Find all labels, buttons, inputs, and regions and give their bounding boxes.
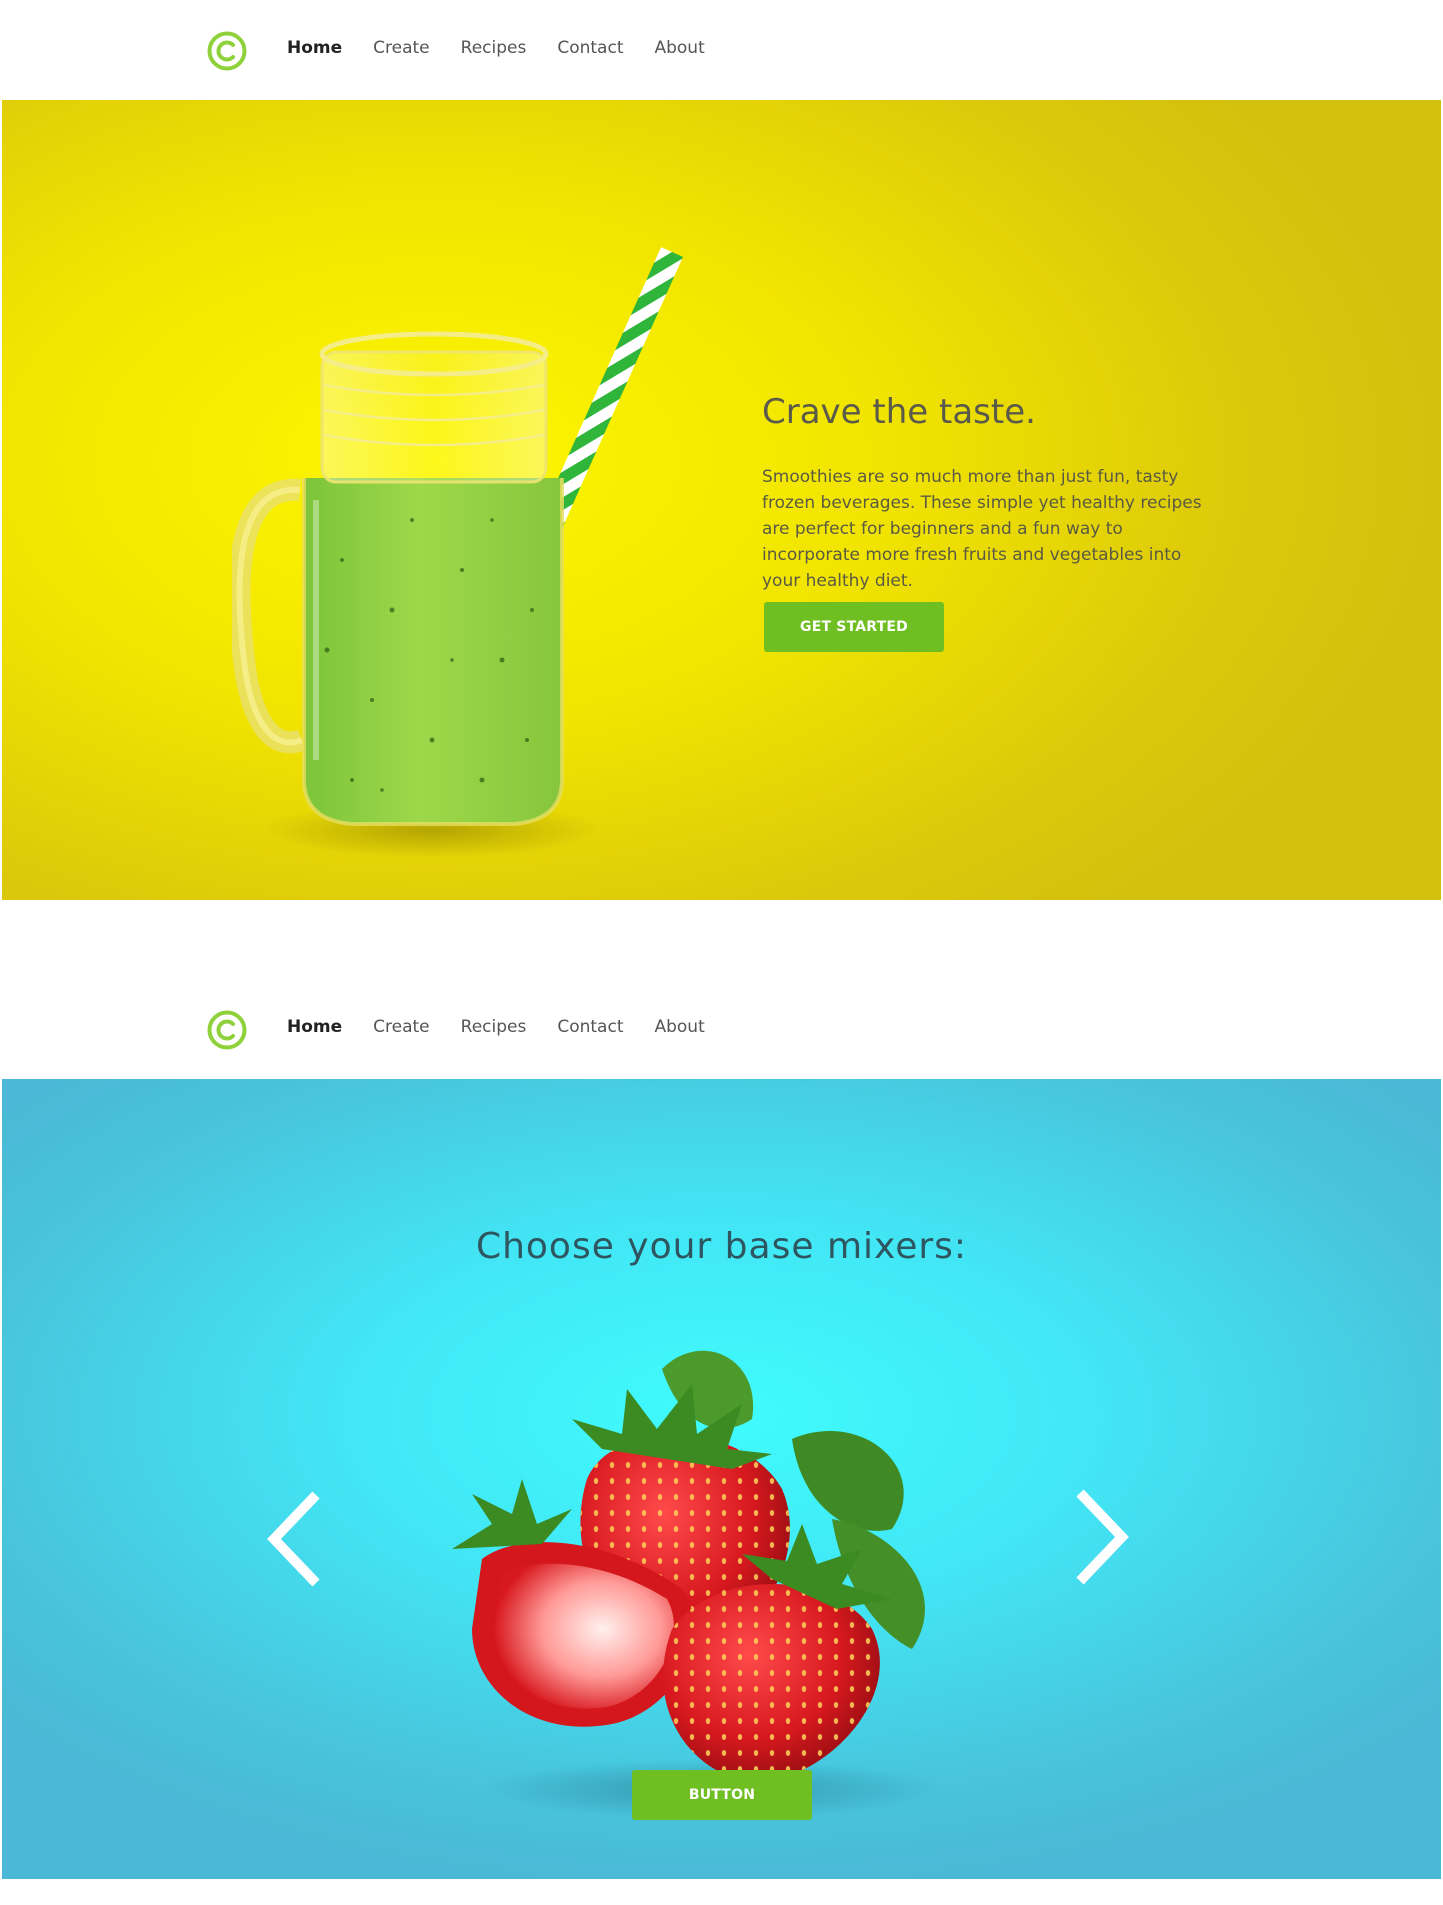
chevron-left-icon[interactable]: [264, 1489, 328, 1589]
nav-item-recipes[interactable]: Recipes: [461, 1017, 527, 1037]
hero-description: Smoothies are so much more than just fun…: [762, 467, 1202, 591]
nav-item-home[interactable]: Home: [287, 38, 342, 58]
main-nav: Home Create Recipes Contact About: [287, 38, 736, 58]
nav-item-about[interactable]: About: [654, 38, 704, 58]
nav-item-contact[interactable]: Contact: [557, 38, 623, 58]
mixers-title: Choose your base mixers:: [475, 1226, 968, 1267]
nav-item-about[interactable]: About: [654, 1017, 704, 1037]
logo-ring-icon[interactable]: [206, 1009, 248, 1051]
top-navbar: Home Create Recipes Contact About: [0, 0, 1443, 100]
smoothie-jar-image: [232, 247, 683, 858]
main-nav: Home Create Recipes Contact About: [287, 1017, 736, 1037]
nav-item-home[interactable]: Home: [287, 1017, 342, 1037]
mixers-section: Choose your base mixers: BUTTON: [2, 1079, 1441, 1879]
hero-title: Crave the taste.: [762, 392, 1036, 432]
get-started-button[interactable]: GET STARTED: [764, 602, 944, 652]
logo-ring-icon[interactable]: [206, 30, 248, 72]
nav-item-create[interactable]: Create: [373, 38, 430, 58]
nav-item-recipes[interactable]: Recipes: [461, 38, 527, 58]
nav-item-contact[interactable]: Contact: [557, 1017, 623, 1037]
chevron-right-icon[interactable]: [1070, 1487, 1134, 1587]
nav-item-create[interactable]: Create: [373, 1017, 430, 1037]
secondary-navbar: Home Create Recipes Contact About: [0, 979, 1443, 1079]
hero-section: Crave the taste. Smoothies are so much m…: [2, 100, 1441, 900]
mixers-button[interactable]: BUTTON: [632, 1770, 812, 1820]
